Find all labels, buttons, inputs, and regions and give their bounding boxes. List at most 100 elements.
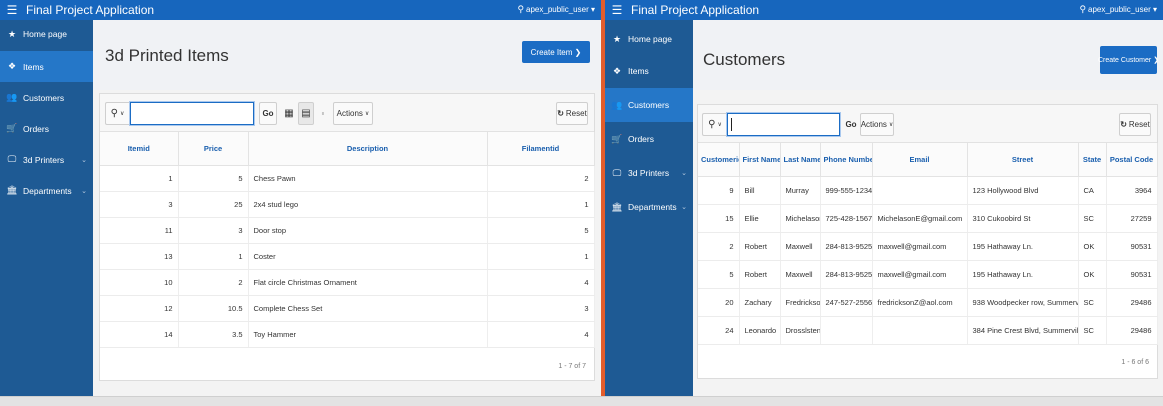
user-icon: ⚲	[517, 4, 525, 14]
monitor-icon: 🖵	[612, 167, 622, 178]
chevron-down-icon: ∨	[119, 111, 125, 117]
page-title: Customers	[703, 50, 786, 69]
table-row: 11 3 Door stop 5	[100, 217, 595, 244]
sidebar-item-departments[interactable]: 🏛 Departments ⌄	[0, 175, 93, 206]
sidebar-item-items[interactable]: ❖ Items	[605, 54, 693, 88]
sidebar-item-customers[interactable]: 👥 Customers	[605, 88, 693, 122]
sidebar-item-label: 3d Printers	[23, 154, 65, 165]
chevron-down-icon[interactable]: ⌄	[681, 203, 687, 211]
table-cell: Flat circle Christmas Ornament	[248, 269, 488, 296]
table-cell: 12	[100, 295, 179, 322]
table-cell: 20	[698, 288, 740, 317]
icon-view-button[interactable]: ▦	[281, 102, 297, 125]
sidebar-item-orders[interactable]: 🛒 Orders	[0, 113, 93, 144]
sidebar-item-label: Customers	[628, 100, 670, 110]
sidebar-item-departments[interactable]: 🏛 Departments ⌄	[605, 190, 693, 224]
table-cell: 9	[698, 176, 740, 205]
table-cell: 90531	[1106, 260, 1158, 289]
user-menu[interactable]: ⚲ apex_public_user ▾	[517, 4, 595, 15]
chevron-down-icon[interactable]: ⌄	[681, 169, 687, 177]
sidebar-item-items[interactable]: ❖ Items	[0, 51, 93, 82]
table-cell: 5	[178, 165, 249, 192]
column-header[interactable]: State	[1078, 143, 1107, 177]
table-cell: fredricksonZ@aol.com	[872, 288, 968, 317]
table-row: 20ZacharyFredrickson247-527-2556fredrick…	[698, 288, 1158, 317]
column-header[interactable]: Last Name	[780, 143, 821, 177]
column-header[interactable]: Price	[178, 132, 249, 166]
users-icon: 👥	[611, 99, 623, 110]
reset-button[interactable]: ↻ Reset	[556, 102, 588, 125]
sidebar-item-label: Items	[23, 61, 44, 72]
table-cell: 1	[487, 191, 595, 218]
table-cell	[872, 176, 968, 205]
column-header[interactable]: Postal Code	[1106, 143, 1158, 177]
column-header[interactable]: Itemid	[100, 132, 179, 166]
detail-view-button[interactable]: ≡	[316, 102, 330, 125]
table-header-row: Customerid First Name Last Name Phone Numbe…	[698, 143, 1158, 177]
hamburger-menu-icon[interactable]: ☰	[4, 3, 20, 17]
go-button[interactable]: Go	[259, 102, 277, 125]
sidebar-item-3d-printers[interactable]: 🖵 3d Printers ⌄	[0, 144, 93, 175]
sidebar-nav: ★ Home page ❖ Items 👥 Customers 🛒 Orders 🖵 3d Pri…	[0, 20, 93, 396]
table-cell: Ellie	[739, 204, 781, 233]
chevron-down-icon[interactable]: ⌄	[81, 187, 87, 195]
app-title[interactable]: Final Project Application	[631, 3, 759, 17]
column-header[interactable]: First Name	[739, 143, 781, 177]
users-icon: 👥	[6, 92, 18, 102]
column-header[interactable]: Street	[967, 143, 1079, 177]
chevron-down-icon: ∨	[717, 122, 722, 128]
actions-menu-button[interactable]: Actions ∨	[860, 113, 894, 136]
page-title: 3d Printed Items	[105, 46, 229, 65]
table-cell: 14	[100, 321, 179, 348]
table-cell: 5	[487, 217, 595, 244]
report-view-button[interactable]: ▤	[298, 102, 314, 125]
table-row: 2 Robert Maxwell 284-813-9525 maxwell@gmail.…	[698, 232, 1158, 261]
table-cell: 1	[100, 165, 179, 192]
table-cell: 15	[698, 204, 740, 233]
column-header[interactable]: Phone Number	[820, 143, 873, 177]
table-cell	[872, 316, 968, 345]
reset-button[interactable]: ↻ Reset	[1119, 113, 1151, 136]
create-item-button[interactable]: Create Item ❯	[522, 41, 590, 63]
sidebar-item-orders[interactable]: 🛒 Orders	[605, 122, 693, 156]
cubes-icon: ❖	[7, 61, 17, 71]
table-cell: 2x4 stud lego	[248, 191, 488, 218]
column-header[interactable]: Filamentid	[487, 132, 595, 166]
sidebar-item-customers[interactable]: 👥 Customers	[0, 82, 93, 113]
sidebar-item-home-page[interactable]: ★ Home page	[0, 20, 93, 51]
user-menu[interactable]: ⚲ apex_public_user ▾	[1079, 4, 1157, 15]
table-cell: 3.5	[178, 321, 249, 348]
search-input[interactable]	[130, 102, 254, 125]
actions-menu-button[interactable]: Actions ∨	[333, 102, 373, 125]
chevron-down-icon[interactable]: ⌄	[81, 156, 87, 164]
create-customer-button[interactable]: Create Customer ❯	[1098, 46, 1159, 74]
table-cell: 938 Woodpecker row, Summerville	[967, 288, 1079, 317]
go-button[interactable]: Go	[844, 113, 858, 136]
sidebar-item-3d-printers[interactable]: 🖵 3d Printers ⌄	[605, 156, 693, 190]
search-column-selector[interactable]: ⚲ ∨	[702, 113, 727, 136]
table-cell: 29486	[1106, 288, 1158, 317]
sidebar-item-home-page[interactable]: ★ Home page	[605, 20, 693, 54]
table-cell: 13	[100, 243, 179, 270]
table-cell: Fredrickson	[780, 288, 821, 317]
table-cell: Chess Pawn	[248, 165, 488, 192]
column-header[interactable]: Customerid	[698, 143, 740, 177]
column-header[interactable]: Email	[872, 143, 968, 177]
search-input[interactable]	[727, 113, 840, 136]
table-cell: Maxwell	[780, 232, 821, 261]
chevron-down-icon: ∨	[888, 122, 894, 128]
search-column-selector[interactable]: ⚲ ∨	[105, 102, 129, 125]
table-cell: 284-813-9525	[820, 232, 873, 261]
star-icon: ★	[7, 29, 17, 39]
table-cell: 310 Cukoobird St	[967, 204, 1079, 233]
main-content: Customers Create Customer ❯ ⚲ ∨ Go Action…	[693, 20, 1163, 396]
pagination-info: 1 - 6 of 6	[1121, 359, 1149, 366]
sidebar-item-label: Departments	[628, 202, 677, 212]
star-icon: ★	[612, 34, 622, 44]
hamburger-menu-icon[interactable]: ☰	[609, 3, 625, 17]
table-cell: OK	[1078, 232, 1107, 261]
column-header[interactable]: Description	[248, 132, 488, 166]
table-cell: 4	[487, 321, 595, 348]
table-cell: 24	[698, 316, 740, 345]
app-title[interactable]: Final Project Application	[26, 3, 154, 17]
